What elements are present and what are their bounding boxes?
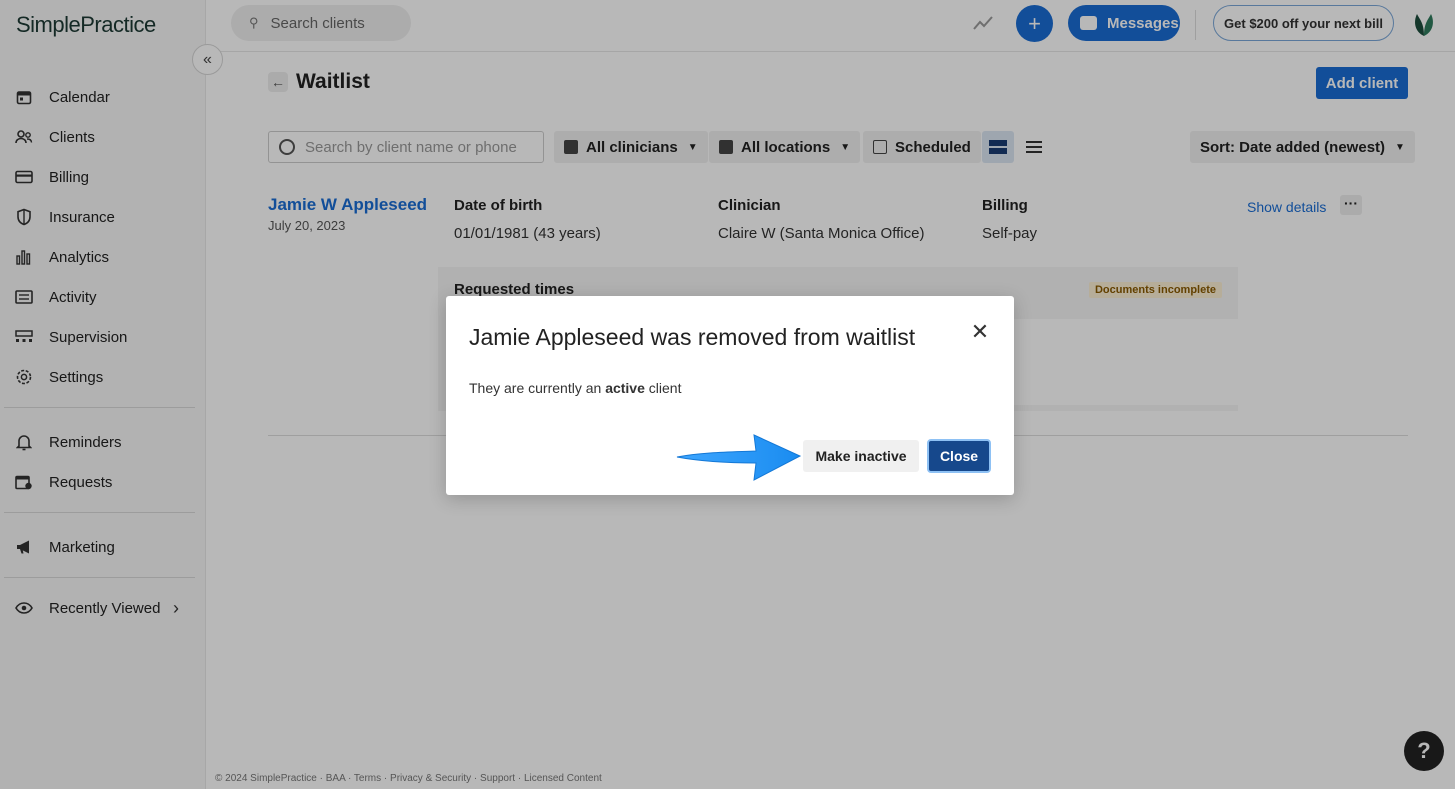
dialog-message: They are currently an active client	[469, 380, 681, 396]
message-suffix: client	[648, 380, 682, 396]
close-button[interactable]: Close	[927, 439, 991, 473]
dialog-title: Jamie Appleseed was removed from waitlis…	[469, 324, 916, 350]
message-prefix: They are currently an	[469, 380, 602, 396]
make-inactive-button[interactable]: Make inactive	[803, 440, 919, 472]
message-status: active	[605, 380, 645, 396]
annotation-arrow-icon	[676, 434, 802, 481]
close-icon[interactable]: ✕	[970, 321, 990, 343]
